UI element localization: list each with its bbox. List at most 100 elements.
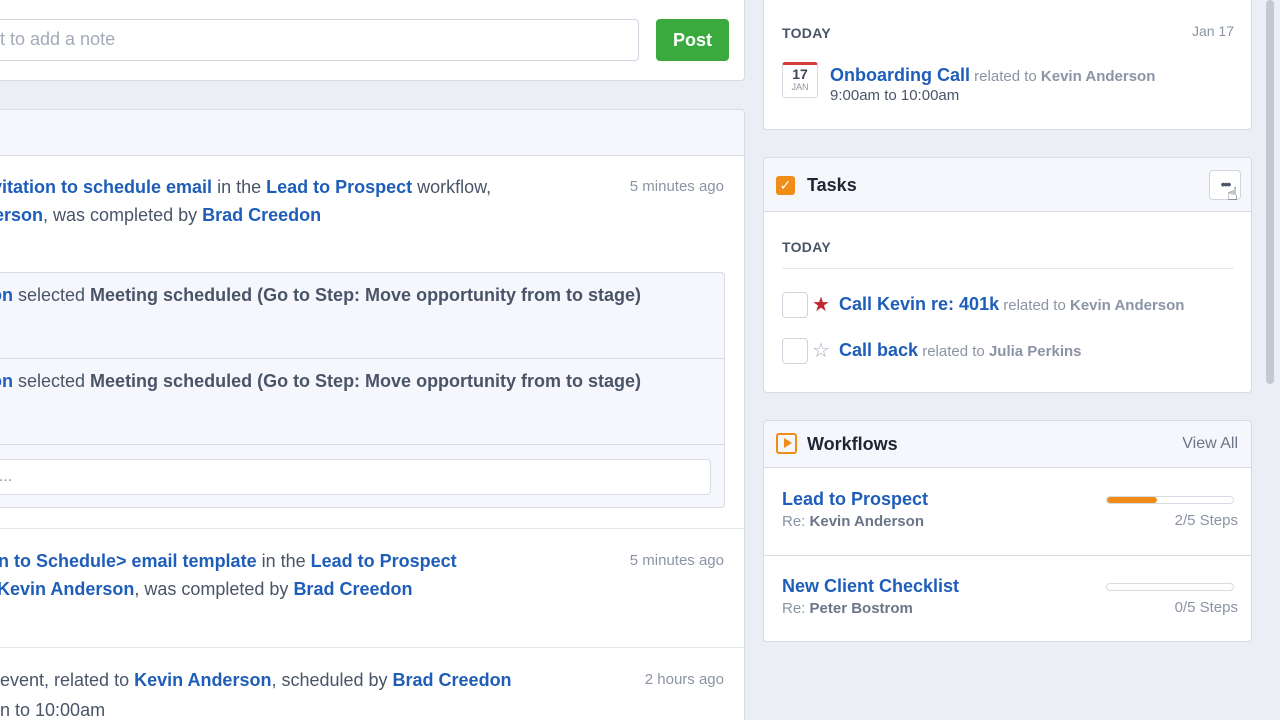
activity-column: ct to add a note Post vitation to schedu… bbox=[0, 0, 745, 720]
contact-link[interactable]: erson bbox=[0, 205, 43, 225]
entry-timestamp: 5 minutes ago bbox=[629, 552, 724, 569]
feed-entry: event, related to Kevin Anderson, schedu… bbox=[0, 666, 745, 720]
event-related-prefix: related to bbox=[970, 68, 1041, 85]
feed-entry: n to Schedule> email template in the Lea… bbox=[0, 547, 745, 607]
email-link[interactable]: vitation to schedule email bbox=[0, 177, 212, 197]
tasks-title: Tasks bbox=[807, 175, 857, 195]
contact-link[interactable]: Kevin Anderson bbox=[0, 579, 134, 599]
page-scrollbar[interactable] bbox=[1266, 0, 1274, 384]
workflow-progress-fill bbox=[1107, 497, 1158, 503]
workflow-link[interactable]: New Client Checklist bbox=[782, 576, 959, 597]
event-related-contact[interactable]: Kevin Anderson bbox=[1041, 68, 1155, 85]
calendar-date: Jan 17 bbox=[1191, 23, 1234, 39]
workflow-link[interactable]: Lead to Prospect bbox=[782, 489, 928, 510]
feed-header bbox=[0, 110, 744, 156]
task-related-contact[interactable]: Julia Perkins bbox=[989, 343, 1082, 360]
event-link[interactable]: Onboarding Call bbox=[830, 65, 970, 85]
response-text: on selected Meeting scheduled (Go to Ste… bbox=[0, 285, 641, 306]
workflow-re-line: Re: Kevin Anderson bbox=[782, 513, 924, 530]
tasks-header: ✓ Tasks ••• ☝ bbox=[764, 158, 1251, 212]
response-row: on selected Meeting scheduled (Go to Ste… bbox=[0, 273, 724, 359]
entry-line: event, related to Kevin Anderson, schedu… bbox=[0, 666, 512, 694]
view-all-link[interactable]: View All bbox=[1182, 435, 1238, 453]
workflow-re-contact[interactable]: Peter Bostrom bbox=[810, 600, 913, 617]
note-input[interactable]: ct to add a note bbox=[0, 19, 639, 61]
entry-line: n to Schedule> email template in the Lea… bbox=[0, 547, 457, 575]
entry-text: workflow, bbox=[412, 177, 492, 197]
reply-input[interactable]: y... bbox=[0, 459, 711, 495]
workflow-re-prefix: Re: bbox=[782, 513, 810, 530]
workflows-header: Workflows View All bbox=[764, 421, 1251, 468]
feed-divider bbox=[0, 528, 745, 529]
workflow-responses: on selected Meeting scheduled (Go to Ste… bbox=[0, 272, 725, 508]
entry-text: event, related to bbox=[0, 670, 135, 690]
reply-placeholder: y... bbox=[0, 468, 13, 485]
entry-text: , scheduled by bbox=[271, 670, 393, 690]
tasks-divider bbox=[782, 268, 1234, 269]
calendar-card: TODAY Jan 17 17 JAN Onboarding Call rela… bbox=[763, 0, 1252, 130]
entry-timestamp: 5 minutes ago bbox=[629, 178, 724, 195]
contact-link[interactable]: Kevin Anderson bbox=[134, 670, 271, 690]
task-link[interactable]: Call Kevin re: 401k bbox=[839, 294, 999, 314]
template-link[interactable]: n to Schedule> email template bbox=[0, 551, 257, 571]
task-checkbox[interactable] bbox=[782, 292, 808, 318]
tasks-card: ✓ Tasks ••• ☝ TODAY ★ Call Kevin re: 401… bbox=[763, 157, 1252, 393]
star-outline-icon[interactable]: ☆ bbox=[812, 338, 830, 364]
workflow-progress-bar bbox=[1106, 583, 1234, 591]
calendar-icon-day: 17 bbox=[792, 66, 808, 82]
response-verb: selected bbox=[13, 285, 91, 305]
calendar-section-label: TODAY bbox=[782, 25, 831, 41]
response-row: on selected Meeting scheduled (Go to Ste… bbox=[0, 359, 724, 445]
feed-entry: vitation to schedule email in the Lead t… bbox=[0, 173, 745, 233]
post-button[interactable]: Post bbox=[656, 19, 729, 61]
checkbox-icon: ✓ bbox=[776, 176, 795, 195]
entry-text: , was completed by bbox=[134, 579, 294, 599]
task-link[interactable]: Call back bbox=[839, 340, 918, 360]
workflow-re-contact[interactable]: Kevin Anderson bbox=[810, 513, 924, 530]
note-placeholder: ct to add a note bbox=[0, 29, 116, 49]
entry-line: vitation to schedule email in the Lead t… bbox=[0, 173, 491, 201]
entry-text: n to 10:00am bbox=[0, 700, 106, 720]
user-link[interactable]: Brad Creedon bbox=[293, 579, 412, 599]
workflow-steps: 0/5 Steps bbox=[1174, 599, 1238, 616]
workflow-link[interactable]: Lead to Prospect bbox=[311, 551, 457, 571]
play-icon bbox=[776, 433, 797, 454]
note-composer: ct to add a note Post bbox=[0, 0, 745, 81]
event-title-line: Onboarding Call related to Kevin Anderso… bbox=[830, 65, 1155, 86]
star-filled-icon[interactable]: ★ bbox=[812, 292, 830, 318]
task-related-prefix: related to bbox=[918, 343, 989, 360]
feed-divider bbox=[0, 647, 745, 648]
entry-text: , was completed by bbox=[43, 205, 203, 225]
activity-feed: vitation to schedule email in the Lead t… bbox=[0, 109, 745, 720]
workflow-progress-bar bbox=[1106, 496, 1234, 504]
calendar-icon: 17 JAN bbox=[782, 62, 818, 98]
entry-timestamp: 2 hours ago bbox=[644, 671, 724, 688]
workflow-link[interactable]: Lead to Prospect bbox=[266, 177, 412, 197]
hand-cursor-icon: ☝ bbox=[1227, 184, 1238, 204]
calendar-icon-month: JAN bbox=[791, 82, 809, 92]
event-time: 9:00am to 10:00am bbox=[830, 87, 960, 104]
response-choice: Meeting scheduled (Go to Step: Move oppo… bbox=[90, 285, 642, 305]
entry-line: erson, was completed by Brad Creedon bbox=[0, 201, 321, 229]
task-related-contact[interactable]: Kevin Anderson bbox=[1070, 297, 1184, 314]
response-text: on selected Meeting scheduled (Go to Ste… bbox=[0, 371, 641, 392]
tasks-section-label: TODAY bbox=[782, 239, 831, 255]
task-title-line: Call back related to Julia Perkins bbox=[839, 340, 1082, 361]
workflow-steps: 2/5 Steps bbox=[1174, 512, 1238, 529]
user-link[interactable]: Brad Creedon bbox=[393, 670, 512, 690]
workflow-re-prefix: Re: bbox=[782, 600, 810, 617]
task-title-line: Call Kevin re: 401k related to Kevin And… bbox=[839, 294, 1184, 315]
entry-line: Kevin Anderson, was completed by Brad Cr… bbox=[0, 575, 412, 603]
user-link[interactable]: on bbox=[0, 285, 13, 305]
workflow-item: New Client Checklist Re: Peter Bostrom 0… bbox=[764, 556, 1251, 642]
workflow-re-line: Re: Peter Bostrom bbox=[782, 600, 913, 617]
workflows-card: Workflows View All Lead to Prospect Re: … bbox=[763, 420, 1252, 642]
user-link[interactable]: Brad Creedon bbox=[202, 205, 321, 225]
task-related-prefix: related to bbox=[999, 297, 1070, 314]
entry-text: in the bbox=[256, 551, 311, 571]
response-verb: selected bbox=[13, 371, 91, 391]
task-checkbox[interactable] bbox=[782, 338, 808, 364]
user-link[interactable]: on bbox=[0, 371, 13, 391]
response-choice: Meeting scheduled (Go to Step: Move oppo… bbox=[90, 371, 642, 391]
workflow-item: Lead to Prospect Re: Kevin Anderson 2/5 … bbox=[764, 469, 1251, 555]
